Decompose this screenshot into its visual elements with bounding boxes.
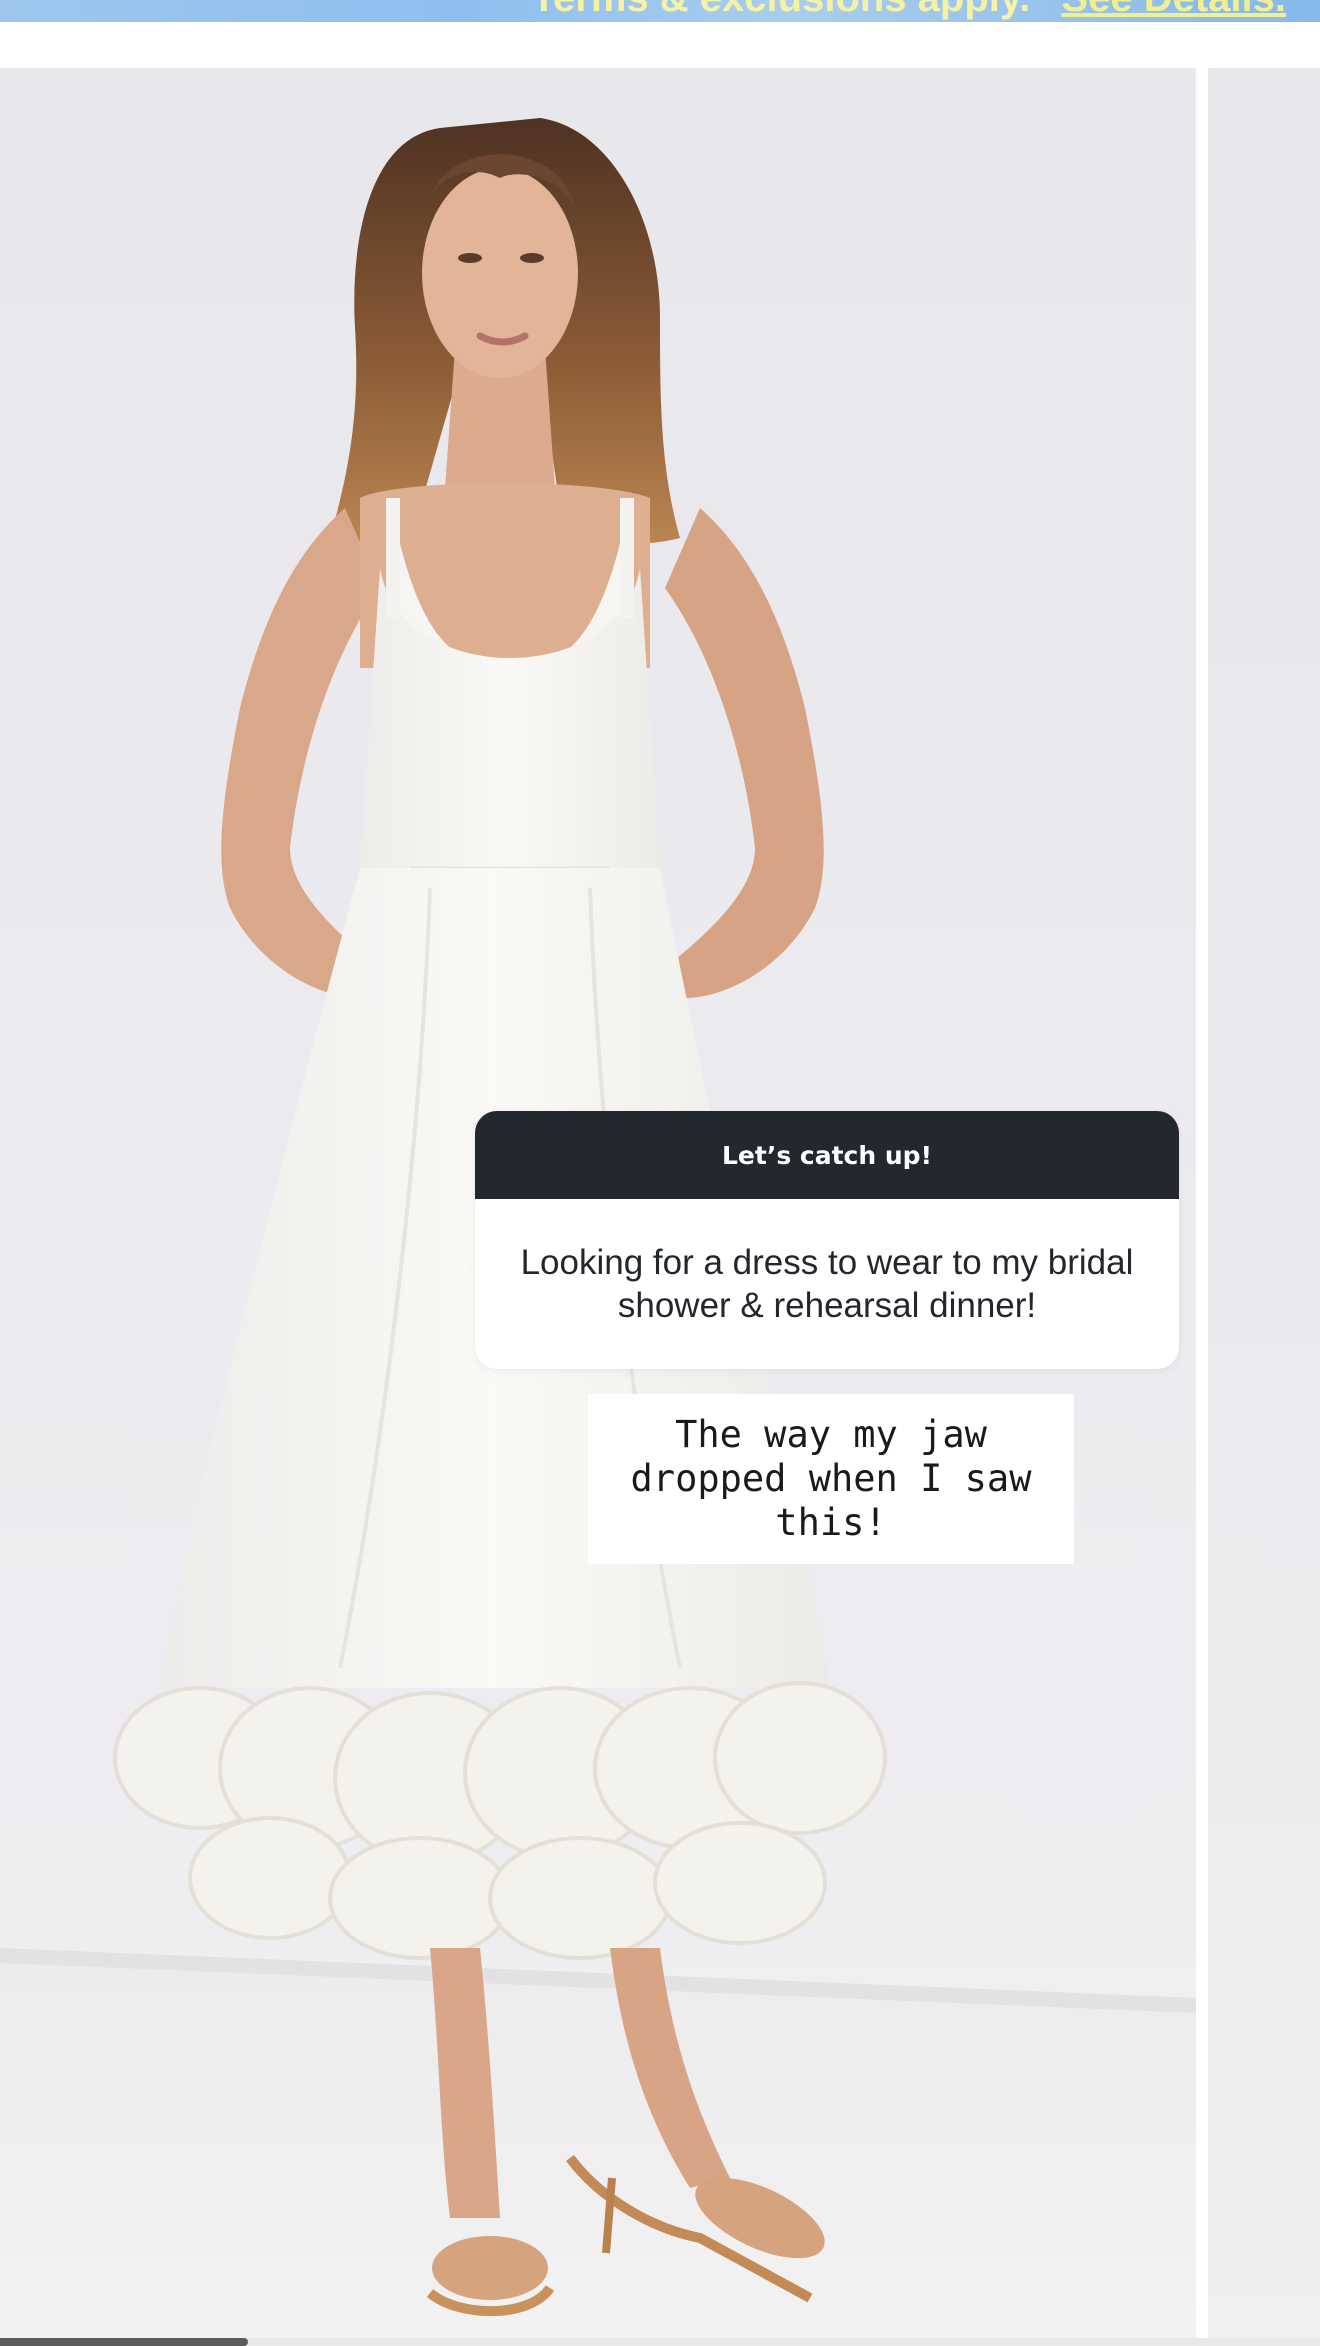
story-caption: The way my jaw dropped when I saw this! <box>588 1394 1074 1564</box>
story-question-card: Let’s catch up! Looking for a dress to w… <box>475 1111 1179 1369</box>
promo-banner: Terms & exclusions apply. See Details. <box>0 0 1320 22</box>
story-carousel[interactable]: Let’s catch up! Looking for a dress to w… <box>0 68 1320 2338</box>
story-question-text: Looking for a dress to wear to my bridal… <box>520 1243 1134 1325</box>
story-card-header: Let’s catch up! <box>475 1111 1179 1199</box>
promo-terms-text: Terms & exclusions apply. <box>532 0 1031 20</box>
carousel-scrollbar-thumb[interactable] <box>0 2338 248 2346</box>
promo-text: Terms & exclusions apply. See Details. <box>532 0 1286 21</box>
story-page: Terms & exclusions apply. See Details. <box>0 0 1320 2346</box>
see-details-link[interactable]: See Details. <box>1061 0 1286 20</box>
story-slide-next[interactable] <box>1208 68 1320 2338</box>
story-slide-current[interactable]: Let’s catch up! Looking for a dress to w… <box>0 68 1196 2338</box>
carousel-scrollbar[interactable] <box>0 2338 1320 2346</box>
